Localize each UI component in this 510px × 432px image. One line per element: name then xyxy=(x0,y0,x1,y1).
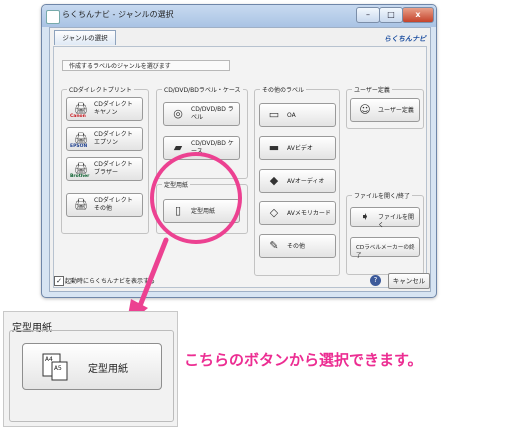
icon-label-a5: A5 xyxy=(54,364,62,372)
a4-a5-paper-icon: A4 A5 xyxy=(42,353,68,381)
instruction-caption: こちらのボタンから選択できます。 xyxy=(184,351,423,369)
fixed-paper-button-zoomed[interactable]: A4 A5 定型用紙 xyxy=(22,343,162,390)
zoomed-button-label: 定型用紙 xyxy=(88,364,128,375)
icon-label-a4: A4 xyxy=(45,355,53,363)
